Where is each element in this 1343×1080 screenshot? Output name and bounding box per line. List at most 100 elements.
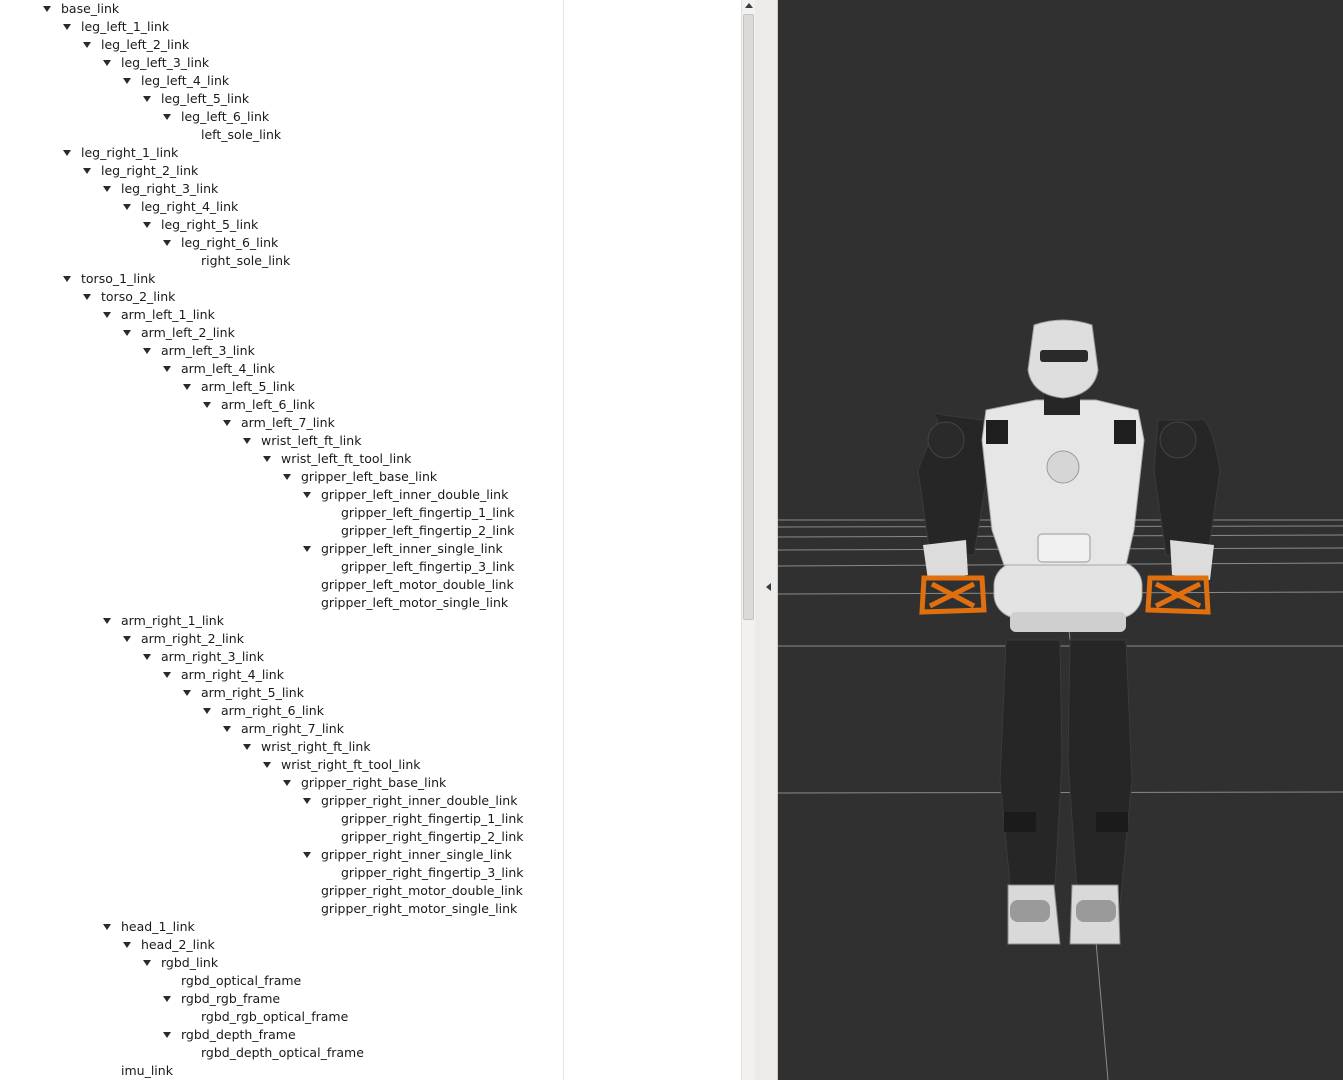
collapse-panel-arrow-icon[interactable] xyxy=(766,583,771,591)
expand-arrow-icon[interactable] xyxy=(163,672,171,678)
tree-item[interactable]: gripper_left_inner_double_link xyxy=(0,486,560,504)
tree-item[interactable]: rgbd_rgb_frame xyxy=(0,990,560,1008)
tree-item[interactable]: torso_2_link xyxy=(0,288,560,306)
tree-item[interactable]: arm_right_5_link xyxy=(0,684,560,702)
tree-item[interactable]: rgbd_depth_frame xyxy=(0,1026,560,1044)
tree-item[interactable]: arm_left_5_link xyxy=(0,378,560,396)
tree-scrollbar[interactable] xyxy=(741,0,755,1080)
tree-item[interactable]: leg_left_1_link xyxy=(0,18,560,36)
expand-arrow-icon[interactable] xyxy=(143,348,151,354)
expand-arrow-icon[interactable] xyxy=(123,942,131,948)
tree-item[interactable]: right_sole_link xyxy=(0,252,560,270)
tree-item[interactable]: wrist_right_ft_tool_link xyxy=(0,756,560,774)
tree-item[interactable]: arm_left_3_link xyxy=(0,342,560,360)
tree-item[interactable]: gripper_right_motor_single_link xyxy=(0,900,560,918)
expand-arrow-icon[interactable] xyxy=(163,1032,171,1038)
expand-arrow-icon[interactable] xyxy=(283,474,291,480)
expand-arrow-icon[interactable] xyxy=(103,312,111,318)
tree-item[interactable]: leg_left_2_link xyxy=(0,36,560,54)
tree-item[interactable]: leg_right_2_link xyxy=(0,162,560,180)
expand-arrow-icon[interactable] xyxy=(103,60,111,66)
tree-item[interactable]: leg_left_4_link xyxy=(0,72,560,90)
expand-arrow-icon[interactable] xyxy=(63,24,71,30)
expand-arrow-icon[interactable] xyxy=(143,96,151,102)
tree-item[interactable]: left_sole_link xyxy=(0,126,560,144)
tree-item[interactable]: leg_right_5_link xyxy=(0,216,560,234)
panel-splitter[interactable] xyxy=(755,0,778,1080)
tree-item[interactable]: leg_right_6_link xyxy=(0,234,560,252)
tree-item[interactable]: arm_left_2_link xyxy=(0,324,560,342)
expand-arrow-icon[interactable] xyxy=(243,438,251,444)
tree-item[interactable]: torso_1_link xyxy=(0,270,560,288)
tree-item[interactable]: gripper_left_inner_single_link xyxy=(0,540,560,558)
expand-arrow-icon[interactable] xyxy=(263,762,271,768)
tree-item[interactable]: arm_right_2_link xyxy=(0,630,560,648)
expand-arrow-icon[interactable] xyxy=(283,780,291,786)
expand-arrow-icon[interactable] xyxy=(203,402,211,408)
tree-item[interactable]: arm_right_3_link xyxy=(0,648,560,666)
tree-item[interactable]: arm_right_6_link xyxy=(0,702,560,720)
tree-item[interactable]: arm_left_4_link xyxy=(0,360,560,378)
expand-arrow-icon[interactable] xyxy=(163,366,171,372)
tree-item[interactable]: arm_left_6_link xyxy=(0,396,560,414)
expand-arrow-icon[interactable] xyxy=(143,654,151,660)
expand-arrow-icon[interactable] xyxy=(103,186,111,192)
tree-item[interactable]: gripper_right_fingertip_2_link xyxy=(0,828,560,846)
expand-arrow-icon[interactable] xyxy=(123,78,131,84)
expand-arrow-icon[interactable] xyxy=(303,492,311,498)
expand-arrow-icon[interactable] xyxy=(43,6,51,12)
tree-item[interactable]: rgbd_depth_optical_frame xyxy=(0,1044,560,1062)
expand-arrow-icon[interactable] xyxy=(83,168,91,174)
tree-item[interactable]: rgbd_optical_frame xyxy=(0,972,560,990)
expand-arrow-icon[interactable] xyxy=(63,276,71,282)
expand-arrow-icon[interactable] xyxy=(163,114,171,120)
expand-arrow-icon[interactable] xyxy=(83,294,91,300)
expand-arrow-icon[interactable] xyxy=(83,42,91,48)
tree-item[interactable]: gripper_right_inner_single_link xyxy=(0,846,560,864)
tree-item[interactable]: gripper_left_fingertip_1_link xyxy=(0,504,560,522)
expand-arrow-icon[interactable] xyxy=(303,798,311,804)
tree-item[interactable]: gripper_right_fingertip_1_link xyxy=(0,810,560,828)
tree-item[interactable]: gripper_right_base_link xyxy=(0,774,560,792)
tree-item[interactable]: arm_left_1_link xyxy=(0,306,560,324)
tree-item[interactable]: leg_left_5_link xyxy=(0,90,560,108)
tree-item[interactable]: base_link xyxy=(0,0,560,18)
expand-arrow-icon[interactable] xyxy=(183,384,191,390)
expand-arrow-icon[interactable] xyxy=(223,420,231,426)
expand-arrow-icon[interactable] xyxy=(143,960,151,966)
tree-item[interactable]: leg_right_3_link xyxy=(0,180,560,198)
expand-arrow-icon[interactable] xyxy=(203,708,211,714)
tree-item[interactable]: wrist_left_ft_link xyxy=(0,432,560,450)
tree-item[interactable]: wrist_left_ft_tool_link xyxy=(0,450,560,468)
3d-viewport[interactable] xyxy=(778,0,1343,1080)
tree-item[interactable]: wrist_right_ft_link xyxy=(0,738,560,756)
expand-arrow-icon[interactable] xyxy=(263,456,271,462)
tree-item[interactable]: arm_right_1_link xyxy=(0,612,560,630)
tree-item[interactable]: leg_left_3_link xyxy=(0,54,560,72)
scroll-up-arrow-icon[interactable] xyxy=(745,3,753,8)
scrollbar-thumb[interactable] xyxy=(743,14,754,620)
expand-arrow-icon[interactable] xyxy=(163,996,171,1002)
expand-arrow-icon[interactable] xyxy=(243,744,251,750)
tree-item[interactable]: rgbd_link xyxy=(0,954,560,972)
tree-item[interactable]: imu_link xyxy=(0,1062,560,1080)
tree-item[interactable]: gripper_left_base_link xyxy=(0,468,560,486)
tree-item[interactable]: arm_left_7_link xyxy=(0,414,560,432)
tree-item[interactable]: gripper_left_fingertip_3_link xyxy=(0,558,560,576)
tree-item[interactable]: rgbd_rgb_optical_frame xyxy=(0,1008,560,1026)
tree-item[interactable]: head_1_link xyxy=(0,918,560,936)
link-tree-panel[interactable]: base_link leg_left_1_link leg_left_2_link l… xyxy=(0,0,741,1080)
tree-item[interactable]: arm_right_4_link xyxy=(0,666,560,684)
tree-item[interactable]: gripper_left_fingertip_2_link xyxy=(0,522,560,540)
expand-arrow-icon[interactable] xyxy=(303,852,311,858)
tree-item[interactable]: gripper_right_motor_double_link xyxy=(0,882,560,900)
tree-item[interactable]: head_2_link xyxy=(0,936,560,954)
tree-item[interactable]: arm_right_7_link xyxy=(0,720,560,738)
tree-item[interactable]: gripper_right_inner_double_link xyxy=(0,792,560,810)
tree-item[interactable]: gripper_left_motor_double_link xyxy=(0,576,560,594)
expand-arrow-icon[interactable] xyxy=(103,924,111,930)
expand-arrow-icon[interactable] xyxy=(123,204,131,210)
expand-arrow-icon[interactable] xyxy=(143,222,151,228)
tree-item[interactable]: leg_right_4_link xyxy=(0,198,560,216)
expand-arrow-icon[interactable] xyxy=(63,150,71,156)
